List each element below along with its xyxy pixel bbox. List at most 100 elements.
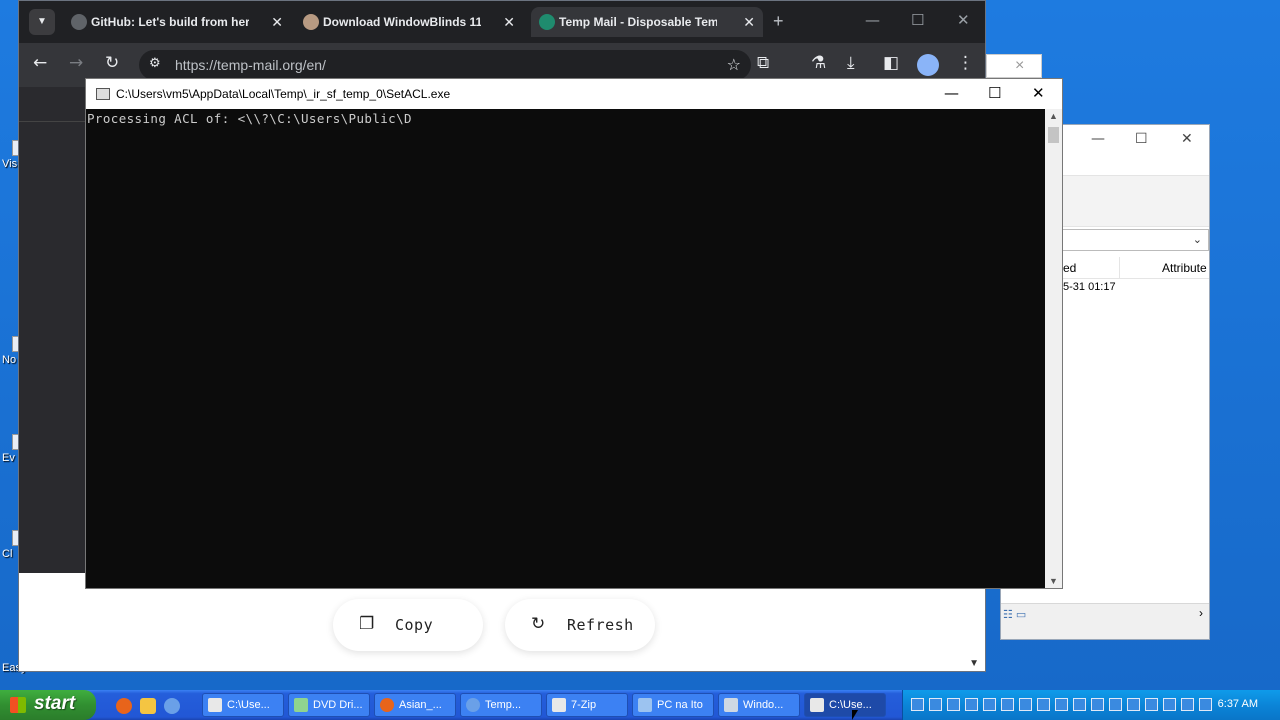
column-date-modified[interactable]: ed <box>1063 261 1076 275</box>
taskbar-button-windowblinds[interactable]: Windo... <box>718 693 800 717</box>
taskbar-button-cmd-2[interactable]: C:\Use... <box>804 693 886 717</box>
console-scrollbar[interactable]: ▲ ▼ <box>1045 109 1062 588</box>
background-window-fragment: × <box>986 54 1042 78</box>
console-titlebar: C:\Users\vm5\AppData\Local\Temp\_ir_sf_t… <box>86 79 1062 109</box>
close-icon[interactable]: × <box>1015 57 1024 75</box>
minimize-icon[interactable]: — <box>865 11 880 29</box>
bookmark-star-icon[interactable]: ☆ <box>727 55 741 74</box>
scroll-thumb[interactable] <box>1048 127 1059 143</box>
start-button[interactable]: start <box>0 690 96 720</box>
copy-button[interactable]: ❐ Copy <box>333 599 483 651</box>
desktop-icon-label: Vis <box>2 158 18 170</box>
volume-icon[interactable] <box>1199 698 1212 711</box>
close-icon[interactable]: ✕ <box>957 11 970 29</box>
menu-kebab-icon[interactable]: ⋮ <box>957 53 974 73</box>
console-app-icon <box>96 88 110 100</box>
tab-strip: ▼ GitHub: Let's build from here ✕ Downlo… <box>19 1 985 43</box>
github-icon <box>71 14 87 30</box>
minimize-icon[interactable]: — <box>944 84 959 102</box>
explorer-statusbar: ☷ ▭ › <box>1001 603 1209 639</box>
taskbar-button-dvd[interactable]: DVD Dri... <box>288 693 370 717</box>
maximize-icon[interactable]: ☐ <box>988 84 1001 102</box>
scroll-down-icon[interactable]: ▼ <box>969 658 979 669</box>
7zip-icon <box>208 698 222 712</box>
close-icon[interactable]: ✕ <box>1032 84 1045 102</box>
tray-icon[interactable] <box>1163 698 1176 711</box>
tray-icon[interactable] <box>1001 698 1014 711</box>
taskbar-button-cmd-1[interactable]: C:\Use... <box>202 693 284 717</box>
close-icon[interactable]: ✕ <box>743 7 755 37</box>
taskbar-button-7zip[interactable]: 7-Zip <box>546 693 628 717</box>
taskbar-button-pc[interactable]: PC na Ito <box>632 693 714 717</box>
desktop-icon-label: Cl <box>2 548 13 560</box>
desktop-icon-label: No <box>2 354 17 366</box>
column-attributes[interactable]: Attribute <box>1162 261 1207 275</box>
tray-icon[interactable] <box>1091 698 1104 711</box>
tray-icon[interactable] <box>1037 698 1050 711</box>
tray-icon[interactable] <box>1109 698 1122 711</box>
side-panel-icon[interactable]: ◧ <box>883 53 899 73</box>
windows-flag-icon <box>10 697 26 713</box>
back-icon[interactable]: ← <box>33 53 47 73</box>
tray-icon[interactable] <box>911 698 924 711</box>
explorer-column-headers: ed Attribute <box>1063 257 1209 279</box>
folder-icon[interactable] <box>140 698 156 714</box>
details-view-icon[interactable]: ☷ ▭ <box>1003 608 1026 621</box>
network-icon[interactable] <box>1181 698 1194 711</box>
page-header-band <box>19 87 87 573</box>
chrome-icon <box>466 698 480 712</box>
copy-icon: ❐ <box>359 614 375 634</box>
taskbar: start C:\Use... DVD Dri... Asian_... Tem… <box>0 690 1280 720</box>
tray-icon[interactable] <box>1073 698 1086 711</box>
tray-icon[interactable] <box>1019 698 1032 711</box>
close-icon[interactable]: ✕ <box>271 7 283 37</box>
extensions-icon[interactable]: ⧉ <box>757 53 769 73</box>
tray-icon[interactable] <box>965 698 978 711</box>
profile-avatar[interactable] <box>917 54 939 76</box>
close-icon[interactable]: ✕ <box>1181 131 1193 147</box>
forward-icon[interactable]: → <box>69 53 83 73</box>
tray-icon[interactable] <box>1055 698 1068 711</box>
site-info-icon[interactable]: ⚙ <box>149 56 161 71</box>
refresh-button[interactable]: ↻ Refresh <box>505 599 655 651</box>
taskbar-button-temp[interactable]: Temp... <box>460 693 542 717</box>
maximize-icon[interactable]: ☐ <box>1135 131 1148 147</box>
minimize-icon[interactable]: — <box>1091 131 1105 147</box>
reload-icon[interactable]: ↻ <box>105 53 119 73</box>
tray-icon[interactable] <box>1145 698 1158 711</box>
desktop-icon-label: Ev <box>2 452 15 464</box>
tab-windowblinds[interactable]: Download WindowBlinds 11.0 ✕ <box>295 7 523 37</box>
labs-icon[interactable]: ⚗ <box>811 53 826 73</box>
explorer-file-row[interactable]: 5-31 01:17 <box>1063 281 1116 293</box>
explorer-address-bar[interactable]: ⌄ <box>1061 229 1209 251</box>
tab-search-icon[interactable]: ▼ <box>29 9 55 35</box>
clock[interactable]: 6:37 AM <box>1218 698 1258 710</box>
scroll-up-icon[interactable]: ▲ <box>1049 111 1058 121</box>
7zip-icon <box>552 698 566 712</box>
tray-icon[interactable] <box>929 698 942 711</box>
tray-icon[interactable] <box>983 698 996 711</box>
chrome-icon[interactable] <box>164 698 180 714</box>
temp-mail-icon <box>539 14 555 30</box>
tab-temp-mail[interactable]: Temp Mail - Disposable Temp ✕ <box>531 7 763 37</box>
taskbar-button-asian[interactable]: Asian_... <box>374 693 456 717</box>
download-icon[interactable]: ⤓ <box>847 53 855 73</box>
console-title: C:\Users\vm5\AppData\Local\Temp\_ir_sf_t… <box>116 87 451 101</box>
new-tab-icon[interactable]: + <box>773 11 784 32</box>
system-tray: 6:37 AM <box>902 690 1280 720</box>
address-bar[interactable]: ⚙ https://temp-mail.org/en/ ☆ <box>139 50 751 80</box>
scroll-right-icon[interactable]: › <box>1199 606 1203 620</box>
windowblinds-icon <box>303 14 319 30</box>
tray-icon[interactable] <box>1127 698 1140 711</box>
url-text[interactable]: https://temp-mail.org/en/ <box>175 57 326 73</box>
tray-icon[interactable] <box>947 698 960 711</box>
dvd-icon <box>294 698 308 712</box>
firefox-icon[interactable] <box>116 698 132 714</box>
close-icon[interactable]: ✕ <box>503 7 515 37</box>
tab-github[interactable]: GitHub: Let's build from here ✕ <box>63 7 291 37</box>
console-icon <box>810 698 824 712</box>
chevron-down-icon[interactable]: ⌄ <box>1193 233 1202 246</box>
maximize-icon[interactable]: ☐ <box>911 11 924 29</box>
console-output[interactable]: Processing ACL of: <\\?\C:\Users\Public\… <box>86 109 1045 588</box>
scroll-down-icon[interactable]: ▼ <box>1049 576 1058 586</box>
